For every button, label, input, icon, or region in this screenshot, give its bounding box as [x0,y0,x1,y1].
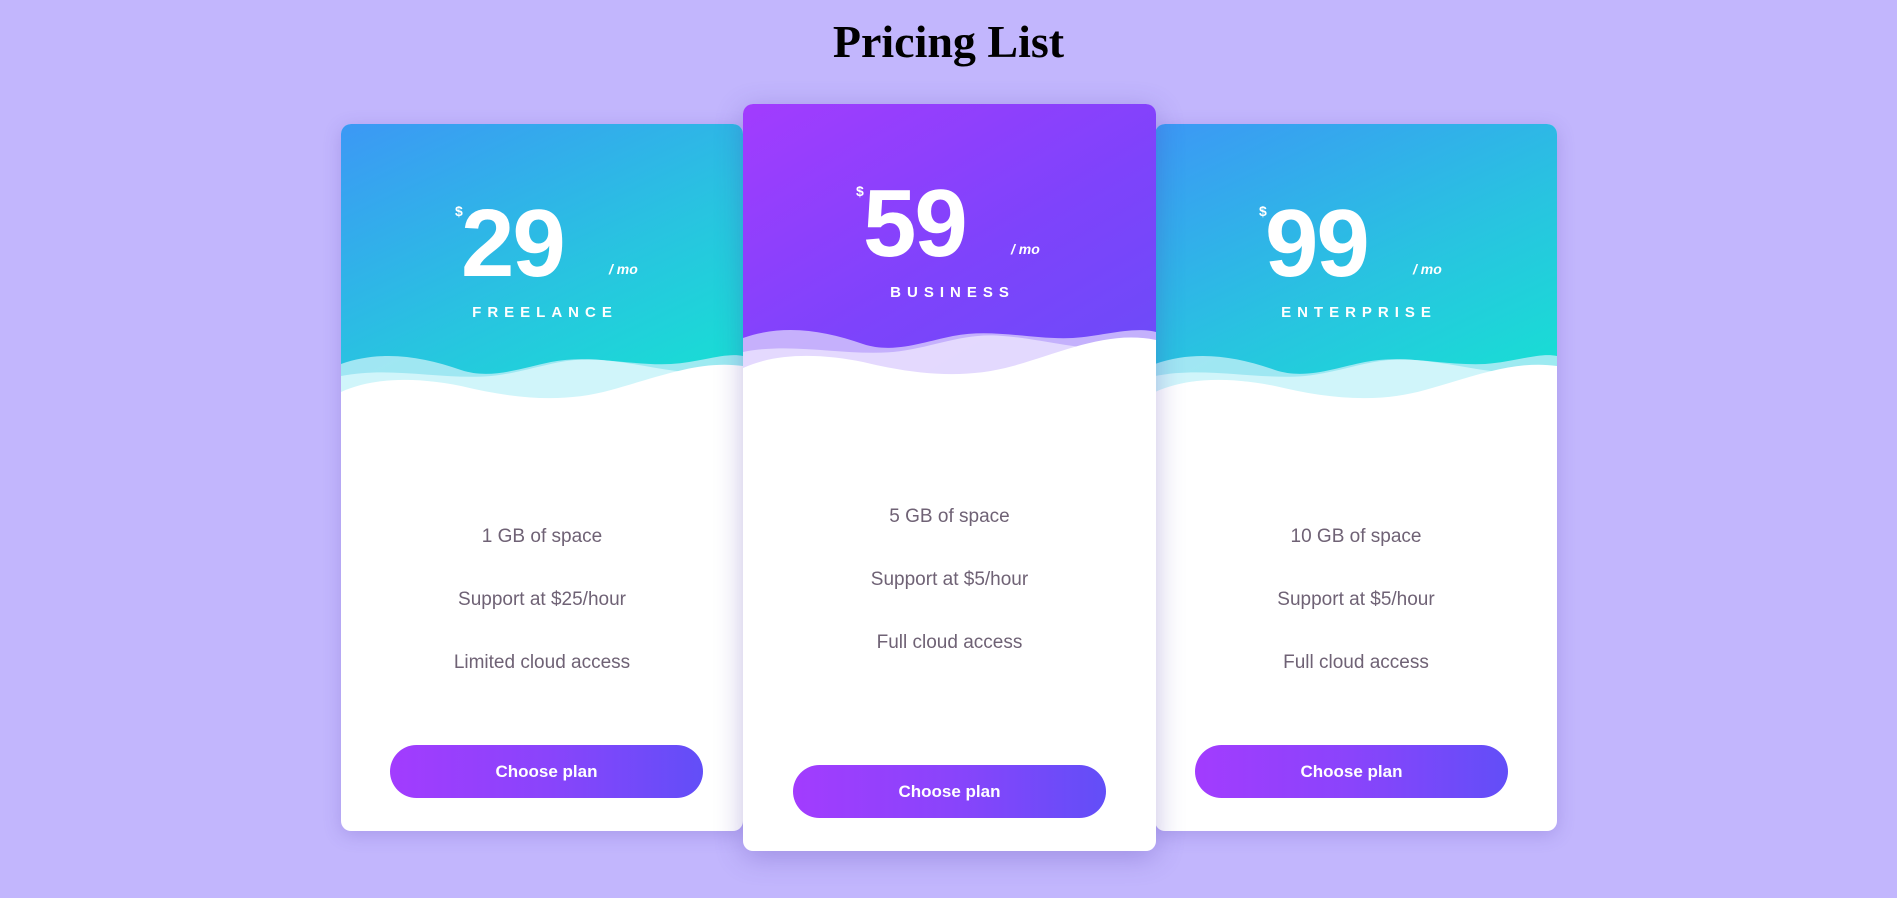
plan-name: FREELANCE [472,304,618,321]
wave-decoration [743,330,1156,406]
feature-list: 1 GB of space Support at $25/hour Limite… [341,526,743,715]
page-title: Pricing List [832,16,1065,67]
choose-plan-button[interactable]: Choose plan [390,745,703,798]
feature-item: Full cloud access [876,632,1023,653]
price-period: / mo [1011,241,1040,257]
pricing-card-business: $ 59 / mo BUSINESS 5 GB of space Support… [743,104,1156,851]
plan-name: ENTERPRISE [1281,304,1437,321]
price-amount: 29 [461,190,566,297]
pricing-card-freelance: $ 29 / mo FREELANCE 1 GB of space Suppor… [341,124,743,831]
wave-decoration [1155,355,1557,426]
feature-item: Full cloud access [1283,652,1429,673]
price-period: / mo [1413,261,1442,277]
price-block: $ 99 / mo [1155,196,1557,306]
feature-list: 5 GB of space Support at $5/hour Full cl… [743,506,1156,695]
feature-item: 1 GB of space [481,526,603,547]
price-block: $ 29 / mo [341,196,743,306]
feature-item: 10 GB of space [1290,526,1422,547]
price-block: $ 59 / mo [743,176,1156,286]
price-period: / mo [609,261,638,277]
feature-item: 5 GB of space [889,506,1010,527]
choose-plan-button[interactable]: Choose plan [793,765,1106,818]
wave-decoration [341,355,743,426]
feature-item: Limited cloud access [453,652,631,673]
price-amount: 59 [863,170,968,277]
plan-name: BUSINESS [890,284,1015,301]
pricing-card-enterprise: $ 99 / mo ENTERPRISE 10 GB of space Supp… [1155,124,1557,831]
feature-list: 10 GB of space Support at $5/hour Full c… [1155,526,1557,715]
choose-plan-button[interactable]: Choose plan [1195,745,1508,798]
feature-item: Support at $25/hour [458,589,626,610]
price-amount: 99 [1265,190,1370,297]
feature-item: Support at $5/hour [870,569,1029,590]
feature-item: Support at $5/hour [1277,589,1435,610]
